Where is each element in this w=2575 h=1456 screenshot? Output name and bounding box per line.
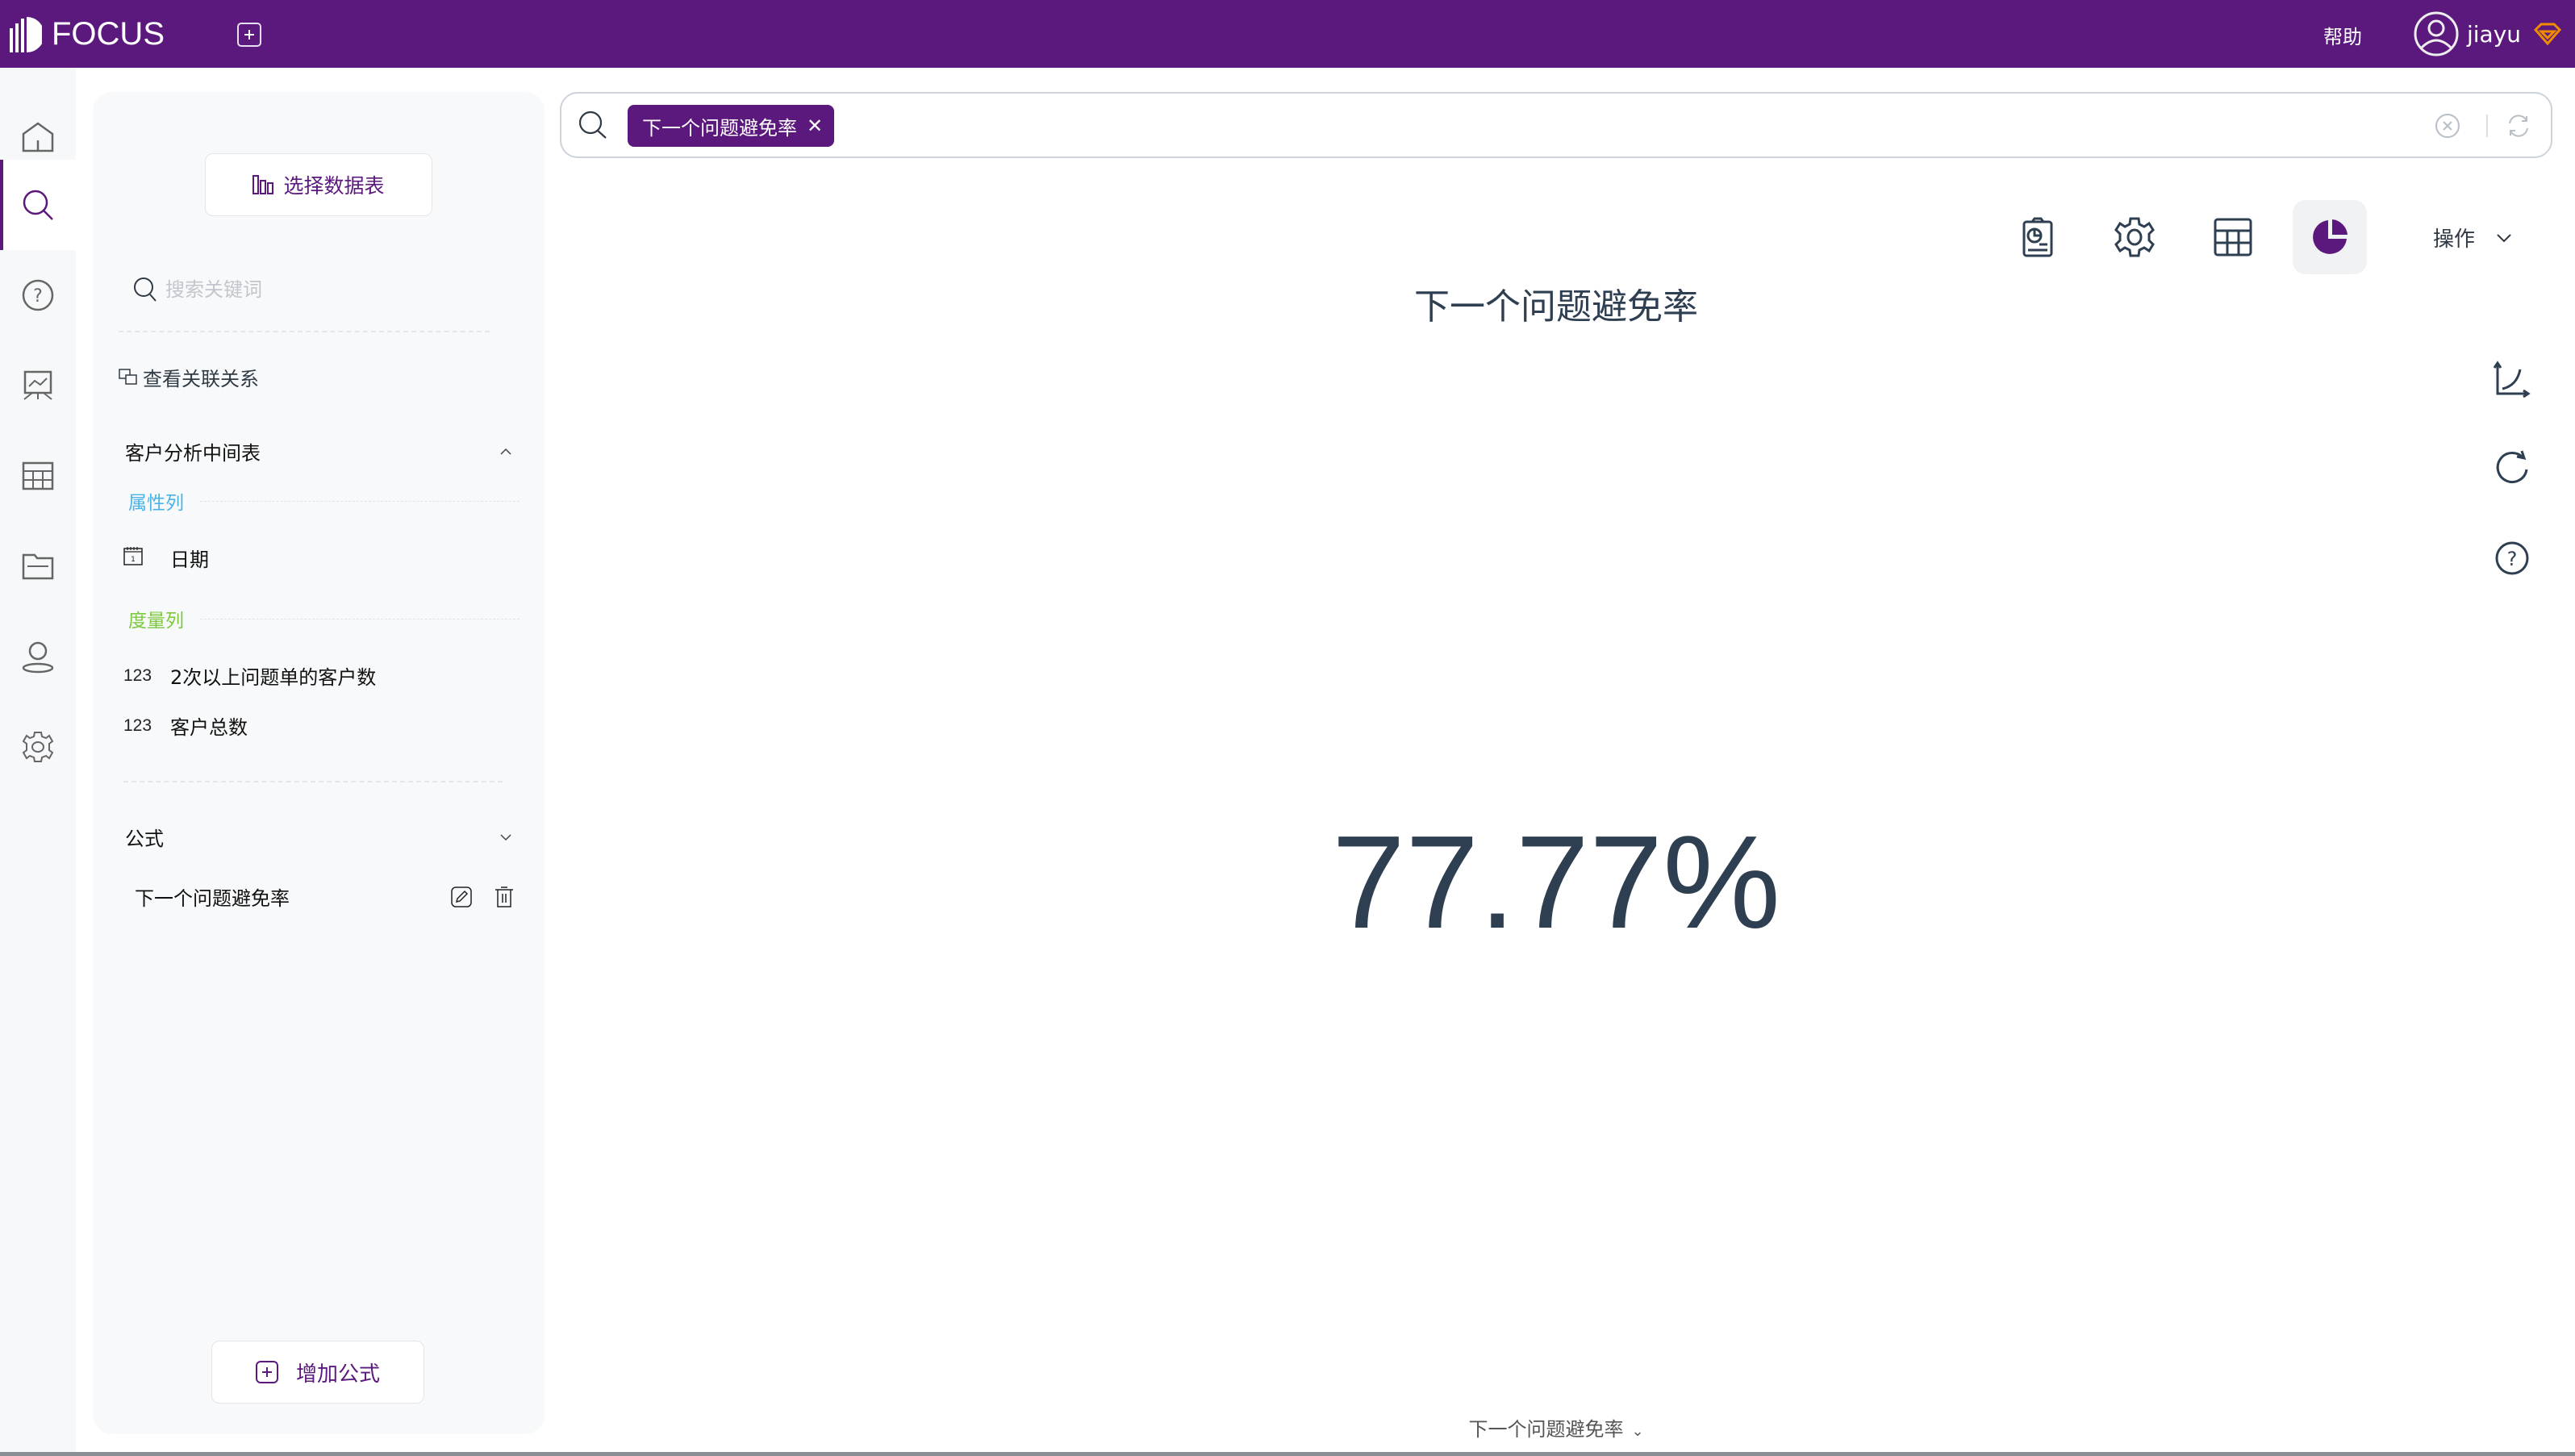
search-bar[interactable]: 下一个问题避免率 ✕: [560, 92, 2552, 158]
kpi-value: 77.77%: [1331, 808, 1781, 956]
close-icon[interactable]: ✕: [807, 115, 823, 137]
divider: [119, 331, 490, 332]
formula-name: 下一个问题避免率: [135, 887, 290, 910]
username: jiayu: [2467, 20, 2522, 48]
divider: [123, 781, 503, 782]
home-icon: [22, 122, 54, 152]
numeric-type-label: 123: [123, 715, 152, 735]
search-token-label: 下一个问题避免率: [642, 116, 797, 140]
plus-square-icon: [255, 1361, 278, 1383]
calendar-icon: 1: [123, 546, 170, 570]
chevron-up-icon[interactable]: [499, 448, 512, 456]
result-title: 下一个问题避免率: [1414, 286, 1698, 327]
formula-item[interactable]: 下一个问题避免率: [135, 882, 514, 911]
formula-group-name: 公式: [125, 828, 164, 850]
help-button[interactable]: ?: [2493, 539, 2531, 581]
top-header: FOCUS 帮助 jiayu: [0, 0, 2575, 68]
os-taskbar: [0, 1452, 2575, 1456]
measure-selector-label: 下一个问题避免率: [1468, 1418, 1624, 1441]
user-circle-icon: [2414, 11, 2459, 56]
field-name: 客户总数: [170, 716, 248, 739]
clipboard-chart-icon: [2022, 217, 2053, 257]
question-circle-icon: ?: [2495, 541, 2529, 575]
table-group-header[interactable]: 客户分析中间表: [125, 437, 512, 465]
table-group-name: 客户分析中间表: [125, 442, 261, 465]
field-name: 2次以上问题单的客户数: [170, 666, 377, 689]
table-view-button[interactable]: [2196, 200, 2270, 274]
bar-chart-icon: [252, 175, 274, 194]
clear-circle-icon[interactable]: [2435, 113, 2460, 139]
rail-item-settings[interactable]: [0, 702, 76, 792]
focus-logo-icon: [10, 16, 42, 52]
search-icon: [23, 190, 53, 220]
attribute-columns-label: 属性列: [128, 487, 520, 515]
diamond-icon: [2534, 23, 2562, 45]
relation-icon: [119, 368, 137, 385]
nav-rail: ?: [0, 68, 76, 1456]
search-icon: [578, 111, 607, 139]
select-table-label: 选择数据表: [283, 174, 385, 198]
refresh-icon[interactable]: [2506, 113, 2531, 139]
chevron-down-icon[interactable]: [499, 833, 512, 841]
table-icon: [22, 461, 54, 490]
formula-group-header[interactable]: 公式: [125, 823, 512, 851]
measure-selector[interactable]: 下一个问题避免率 ⌄: [560, 1413, 2552, 1441]
add-formula-label: 增加公式: [295, 1362, 380, 1387]
field-item[interactable]: 123 2次以上问题单的客户数: [123, 661, 376, 690]
plus-square-icon[interactable]: [237, 23, 261, 47]
report-button[interactable]: [2001, 200, 2075, 274]
rail-item-question[interactable]: ?: [0, 250, 76, 340]
folder-icon: [22, 553, 54, 580]
rail-item-user[interactable]: [0, 611, 76, 702]
question-circle-icon: ?: [22, 279, 54, 311]
svg-text:?: ?: [33, 286, 43, 307]
brand-name: FOCUS: [52, 16, 165, 52]
field-item[interactable]: 123 客户总数: [123, 711, 248, 740]
view-relations-link[interactable]: 查看关联关系: [119, 363, 259, 391]
measure-columns-text: 度量列: [128, 611, 184, 632]
add-formula-button[interactable]: 增加公式: [211, 1341, 424, 1404]
separator: [2486, 115, 2488, 137]
user-icon: [22, 641, 54, 674]
search-icon: [134, 277, 157, 302]
select-table-button[interactable]: 选择数据表: [205, 153, 432, 216]
rail-item-search[interactable]: [0, 160, 76, 250]
rail-item-folder[interactable]: [0, 521, 76, 611]
attribute-columns-text: 属性列: [128, 493, 184, 514]
field-name: 日期: [170, 549, 209, 571]
presentation-board-icon: [23, 370, 52, 400]
keyword-search-input[interactable]: [165, 278, 504, 301]
gear-icon: [22, 732, 54, 762]
gear-icon: [2114, 217, 2155, 257]
help-link[interactable]: 帮助: [2323, 21, 2362, 49]
field-item[interactable]: 1 日期: [123, 544, 209, 572]
rail-item-presentation[interactable]: [0, 340, 76, 431]
search-token[interactable]: 下一个问题避免率 ✕: [628, 105, 835, 147]
svg-text:?: ?: [2507, 548, 2518, 570]
edit-icon[interactable]: [451, 886, 472, 907]
chevron-down-icon: [2497, 233, 2511, 242]
chevron-down-icon: ⌄: [1631, 1423, 1644, 1440]
view-relations-label: 查看关联关系: [143, 368, 259, 390]
refresh-icon: [2496, 450, 2528, 483]
operations-menu[interactable]: 操作: [2433, 223, 2512, 252]
keyword-search[interactable]: [133, 269, 520, 310]
operations-label: 操作: [2433, 227, 2476, 252]
refresh-button[interactable]: [2493, 448, 2531, 490]
numeric-type-label: 123: [123, 665, 152, 685]
axis-chart-icon: [2493, 361, 2531, 398]
trash-icon[interactable]: [495, 886, 514, 907]
pie-chart-icon: [2313, 219, 2348, 254]
logo[interactable]: FOCUS: [10, 16, 165, 52]
settings-button[interactable]: [2097, 200, 2172, 274]
axis-settings-button[interactable]: [2493, 360, 2531, 402]
table-icon: [2214, 218, 2252, 257]
svg-text:1: 1: [131, 556, 136, 564]
measure-columns-label: 度量列: [128, 605, 520, 632]
data-source-panel: 选择数据表 查看关联关系 客户分析中间表 属性列 1 日期 度量列 123 2次…: [93, 92, 545, 1434]
user-menu[interactable]: jiayu: [2414, 11, 2562, 56]
chart-type-button[interactable]: [2293, 200, 2367, 274]
rail-item-table[interactable]: [0, 431, 76, 521]
